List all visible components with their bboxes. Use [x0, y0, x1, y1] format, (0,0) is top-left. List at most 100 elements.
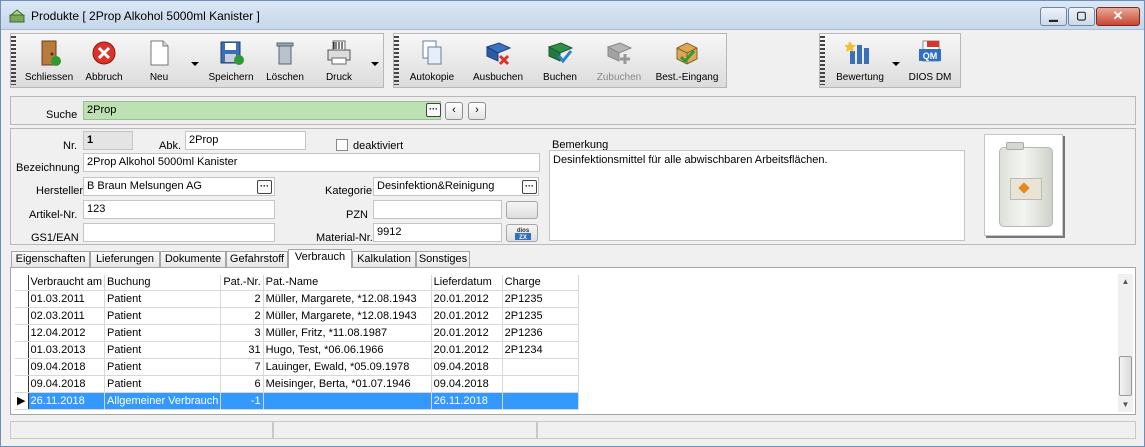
- toolbar-extras: Bewertung QM DIOS DM: [819, 33, 961, 88]
- col-pat-name[interactable]: Pat.-Name: [263, 275, 432, 291]
- druck-button[interactable]: Druck: [317, 37, 361, 86]
- hersteller-label: Hersteller: [36, 185, 84, 197]
- tab-gefahrstoff[interactable]: Gefahrstoff: [226, 251, 288, 267]
- row-indicator: [15, 324, 29, 342]
- maximize-button[interactable]: ▢: [1068, 7, 1095, 26]
- current-row-indicator-icon: ▶: [15, 392, 29, 410]
- chevron-left-icon: ‹: [452, 104, 456, 116]
- table-row[interactable]: 01.03.2011 Patient 2 Müller, Margarete, *12…: [15, 290, 579, 308]
- printer-icon: [327, 40, 351, 65]
- table-row[interactable]: 01.03.2013 Patient 31 Hugo, Test, *06.06.19…: [15, 341, 579, 359]
- dios-zx-icon: diosZX: [515, 228, 531, 241]
- bemerkung-textarea[interactable]: Desinfektionsmittel für alle abwischbare…: [549, 150, 965, 241]
- row-indicator: [15, 307, 29, 325]
- pzn-action-button[interactable]: [506, 201, 538, 219]
- materialnr-field[interactable]: 9912: [373, 223, 502, 242]
- search-input[interactable]: 2Prop: [83, 101, 441, 120]
- cell-verbraucht-am: 01.03.2013: [28, 341, 106, 359]
- artikelnr-field[interactable]: 123: [83, 200, 275, 219]
- cell-charge: 2P1236: [502, 324, 579, 342]
- table-row[interactable]: 09.04.2018 Patient 6 Meisinger, Berta, *01.…: [15, 375, 579, 393]
- bewertung-button[interactable]: Bewertung: [828, 37, 892, 86]
- abk-label: Abk.: [159, 140, 182, 152]
- rating-chart-icon: [845, 41, 869, 64]
- tab-eigenschaften[interactable]: Eigenschaften: [11, 251, 90, 267]
- cell-pat-nr: 31: [220, 341, 264, 359]
- chevron-right-icon: ›: [475, 104, 479, 116]
- scroll-up-icon[interactable]: ▲: [1118, 274, 1133, 289]
- cell-charge: 2P1235: [502, 307, 579, 325]
- cancel-icon: [92, 41, 116, 65]
- toolbar-grip[interactable]: [820, 36, 825, 85]
- col-lieferdatum[interactable]: Lieferdatum: [431, 275, 503, 291]
- tab-verbrauch[interactable]: Verbrauch: [288, 249, 352, 268]
- toolbar-grip[interactable]: [11, 36, 16, 85]
- schliessen-button[interactable]: Schliessen: [23, 37, 75, 86]
- loeschen-button[interactable]: Löschen: [261, 37, 309, 86]
- tab-dokumente[interactable]: Dokumente: [160, 251, 226, 267]
- cell-pat-name: Lauinger, Ewald, *05.09.1978: [263, 358, 432, 376]
- dios-zx-button[interactable]: dios ZX: [506, 224, 538, 242]
- col-charge[interactable]: Charge: [502, 275, 579, 291]
- scroll-down-icon[interactable]: ▼: [1118, 397, 1133, 412]
- cell-pat-name: Müller, Fritz, *11.08.1987: [263, 324, 432, 342]
- bewertung-dropdown-arrow[interactable]: [892, 62, 900, 66]
- tab-kalkulation[interactable]: Kalkulation: [352, 251, 416, 267]
- table-row[interactable]: 12.04.2012 Patient 3 Müller, Fritz, *11.08.…: [15, 324, 579, 342]
- close-window-button[interactable]: ✕: [1096, 7, 1140, 26]
- cell-verbraucht-am: 01.03.2011: [28, 290, 106, 308]
- kategorie-field[interactable]: Desinfektion&Reinigung: [373, 177, 539, 196]
- speichern-button[interactable]: Speichern: [205, 37, 257, 86]
- buchen-button[interactable]: Buchen: [534, 37, 586, 86]
- title-bar[interactable]: Produkte [ 2Prop Alkohol 5000ml Kanister…: [1, 1, 1144, 30]
- exit-door-icon: [41, 40, 61, 66]
- ausbuchen-button[interactable]: Ausbuchen: [470, 37, 526, 86]
- table-row[interactable]: 09.04.2018 Patient 7 Lauinger, Ewald, *05.0…: [15, 358, 579, 376]
- gs1-field[interactable]: [83, 223, 275, 242]
- table-row[interactable]: 02.03.2011 Patient 2 Müller, Margarete, *12…: [15, 307, 579, 325]
- new-document-icon: [150, 40, 169, 66]
- pzn-field[interactable]: [373, 200, 502, 219]
- col-buchung[interactable]: Buchung: [104, 275, 222, 291]
- cell-buchung: Patient: [104, 290, 222, 308]
- next-record-button[interactable]: ›: [468, 102, 486, 120]
- table-header-row: Verbraucht am Buchung Pat.-Nr. Pat.-Name…: [15, 275, 579, 291]
- tab-sonstiges[interactable]: Sonstiges: [416, 251, 470, 267]
- dios-dm-button[interactable]: QM DIOS DM: [902, 37, 958, 86]
- svg-text:ZX: ZX: [519, 235, 527, 241]
- svg-text:dios: dios: [517, 228, 530, 234]
- table-row[interactable]: ▶ 26.11.2018 Allgemeiner Verbrauch -1 26.11.…: [15, 392, 579, 410]
- close-icon: ✕: [1112, 8, 1124, 23]
- abk-field[interactable]: 2Prop: [185, 131, 306, 150]
- autokopie-button[interactable]: Autokopie: [402, 37, 462, 86]
- cell-pat-name: Meisinger, Berta, *01.07.1946: [263, 375, 432, 393]
- kategorie-lookup-button[interactable]: ···: [522, 180, 537, 194]
- deaktiviert-label: deaktiviert: [353, 140, 404, 152]
- cell-pat-nr: 2: [220, 290, 264, 308]
- bezeichnung-field[interactable]: 2Prop Alkohol 5000ml Kanister: [83, 153, 540, 172]
- best-eingang-button[interactable]: Best.-Eingang: [650, 37, 724, 86]
- search-lookup-button[interactable]: ···: [426, 103, 441, 117]
- hersteller-field[interactable]: B Braun Melsungen AG: [83, 177, 275, 196]
- deaktiviert-checkbox[interactable]: [336, 139, 348, 151]
- zubuchen-button[interactable]: Zubuchen: [594, 37, 644, 86]
- neu-dropdown-arrow[interactable]: [191, 62, 199, 66]
- abbruch-button[interactable]: Abbruch: [79, 37, 129, 86]
- row-indicator: [15, 290, 29, 308]
- druck-dropdown-arrow[interactable]: [371, 62, 379, 66]
- previous-record-button[interactable]: ‹: [445, 102, 463, 120]
- hersteller-lookup-button[interactable]: ···: [257, 180, 272, 194]
- product-form: Nr. 1 Abk. 2Prop deaktiviert Bezeichnung…: [10, 128, 1136, 245]
- status-cell-1: [10, 421, 273, 439]
- cell-verbraucht-am: 26.11.2018: [28, 392, 106, 410]
- col-pat-nr[interactable]: Pat.-Nr.: [220, 275, 264, 291]
- package-check-icon: [676, 42, 698, 65]
- tab-lieferungen[interactable]: Lieferungen: [90, 251, 160, 267]
- neu-button[interactable]: Neu: [137, 37, 181, 86]
- vertical-scrollbar[interactable]: ▲ ▼: [1118, 274, 1133, 412]
- toolbar-grip[interactable]: [394, 36, 399, 85]
- col-verbraucht-am[interactable]: Verbraucht am: [28, 275, 106, 291]
- scrollbar-thumb[interactable]: [1119, 356, 1132, 396]
- product-image[interactable]: [984, 134, 1063, 236]
- minimize-button[interactable]: ▁: [1040, 7, 1067, 26]
